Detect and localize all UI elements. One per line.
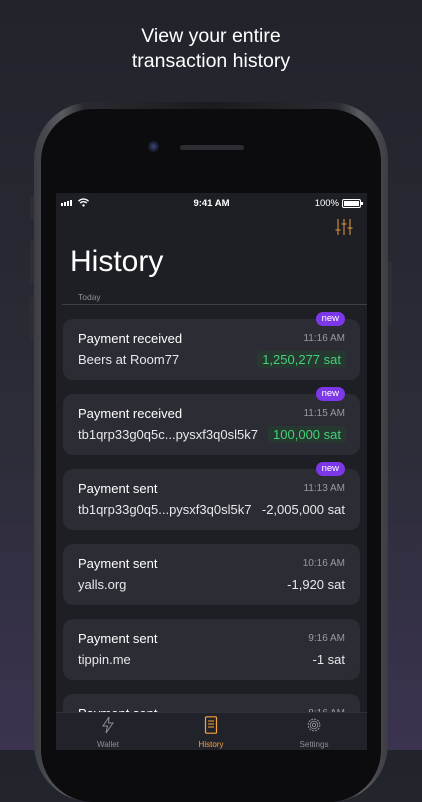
transaction-time: 11:16 AM — [303, 333, 345, 344]
front-camera — [148, 141, 159, 152]
transaction-type: Payment received — [78, 331, 183, 346]
transaction-time: 10:16 AM — [302, 558, 345, 569]
transaction-description: tb1qrp33g0q5...pysxf3q0sl5k7 — [78, 502, 252, 517]
transaction-amount: 100,000 sat — [268, 426, 346, 443]
transaction-description: tippin.me — [78, 652, 131, 667]
transaction-description: yalls.org — [78, 577, 127, 592]
transaction-card[interactable]: Payment sent 11:13 AM tb1qrp33g0q5...pysxf… — [63, 462, 360, 530]
tab-wallet[interactable]: Wallet — [68, 716, 148, 749]
section-divider — [62, 304, 367, 305]
transaction-amount: -2,005,000 sat — [261, 502, 345, 517]
transaction-time: 11:13 AM — [303, 483, 345, 494]
filter-icon[interactable] — [335, 219, 353, 235]
gear-icon — [307, 718, 321, 732]
tab-label-settings: Settings — [299, 740, 329, 749]
lightning-icon — [102, 716, 114, 734]
transaction-description: tb1qrp33g0q5c...pysxf3q0sl5k7 — [78, 427, 258, 442]
transaction-time: 9:16 AM — [308, 633, 345, 644]
battery-percentage: 100% — [314, 198, 339, 209]
tab-settings[interactable]: Settings — [274, 716, 354, 749]
headline: View your entire transaction history — [0, 24, 422, 74]
transaction-type: Payment sent — [78, 631, 158, 646]
new-badge: new — [315, 462, 345, 476]
power-button — [388, 262, 392, 326]
transaction-card[interactable]: Payment sent 9:16 AM tippin.me -1 sat — [63, 619, 360, 680]
section-label-today: Today — [78, 292, 101, 302]
tab-label-wallet: Wallet — [97, 740, 119, 749]
transaction-list: Payment received 11:16 AM Beers at Room77 1… — [63, 312, 360, 750]
volume-down-button — [30, 296, 34, 340]
status-bar: 9:41 AM 100% — [56, 193, 367, 213]
transaction-description: Beers at Room77 — [78, 352, 180, 367]
earpiece-speaker — [180, 145, 244, 150]
transaction-type: Payment sent — [78, 481, 158, 496]
new-badge: new — [315, 312, 345, 326]
transaction-type: Payment received — [78, 406, 183, 421]
transaction-time: 11:15 AM — [303, 408, 345, 419]
volume-up-button — [30, 240, 34, 284]
app-screen: 9:41 AM 100% History Today Payment recei… — [56, 193, 367, 750]
transaction-card[interactable]: Payment sent 10:16 AM yalls.org -1,920 sat — [63, 544, 360, 605]
mute-switch — [30, 196, 34, 220]
headline-line-1: View your entire — [141, 25, 281, 47]
page-title: History — [70, 245, 164, 278]
transaction-card[interactable]: Payment received 11:15 AM tb1qrp33g0q5c...… — [63, 387, 360, 455]
transaction-amount: -1,920 sat — [287, 577, 345, 592]
battery-icon — [342, 199, 363, 208]
transaction-amount: 1,250,277 sat — [257, 351, 346, 368]
tab-label-history: History — [198, 740, 224, 749]
tab-bar: Wallet History Settings — [56, 712, 367, 750]
tab-history[interactable]: History — [171, 716, 251, 749]
transaction-type: Payment sent — [78, 556, 158, 571]
headline-line-2: transaction history — [131, 50, 291, 72]
new-badge: new — [315, 387, 345, 401]
transaction-card[interactable]: Payment received 11:16 AM Beers at Room77 1… — [63, 312, 360, 380]
transaction-amount: -1 sat — [312, 652, 345, 667]
receipt-icon — [204, 716, 218, 734]
